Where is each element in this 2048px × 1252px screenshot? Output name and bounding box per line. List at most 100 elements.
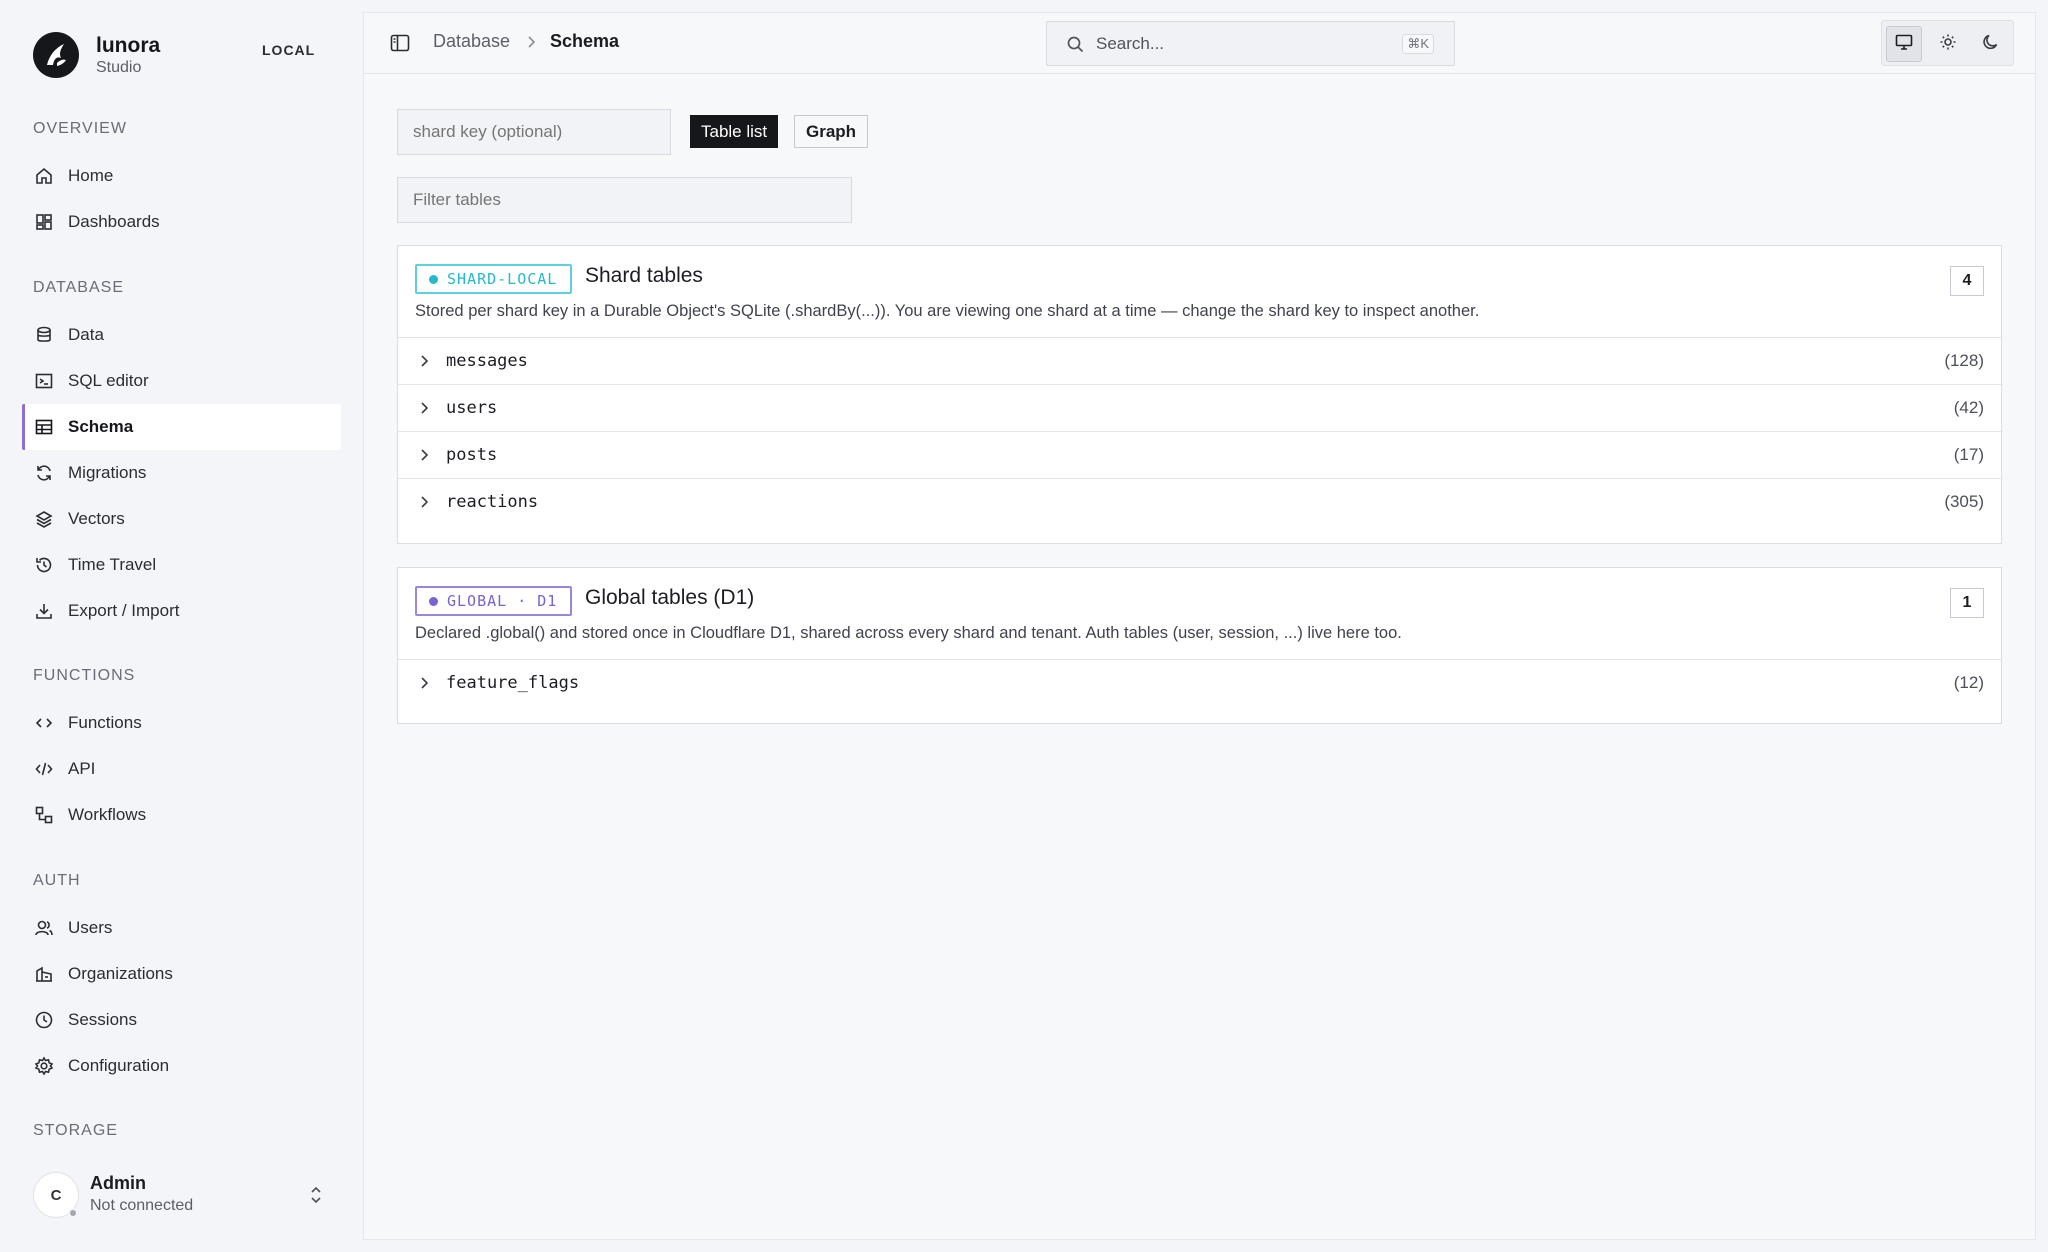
nav-section-database: DATABASE xyxy=(33,279,124,296)
theme-dark-button[interactable] xyxy=(1973,26,2009,62)
panel-header: GLOBAL · D1 Global tables (D1) Declared … xyxy=(398,568,2001,660)
scope-badge-shard-local: SHARD-LOCAL xyxy=(415,264,573,294)
panel-title: Global tables (D1) xyxy=(585,586,755,609)
sidebar-item-data[interactable]: Data xyxy=(22,312,341,358)
terminal-icon xyxy=(34,371,54,391)
user-status: Not connected xyxy=(90,1197,194,1214)
sidebar-item-schema[interactable]: Schema xyxy=(22,404,341,450)
sidebar-item-organizations[interactable]: Organizations xyxy=(22,951,341,997)
chevron-right-icon xyxy=(418,354,430,373)
sidebar-item-users[interactable]: Users xyxy=(22,905,341,951)
shard-key-input[interactable] xyxy=(397,109,671,155)
table-row[interactable]: feature_flags (12) xyxy=(398,660,2001,707)
sidebar-item-label: Sessions xyxy=(68,1010,137,1029)
sidebar-item-time-travel[interactable]: Time Travel xyxy=(22,542,341,588)
download-icon xyxy=(34,601,54,621)
chevron-right-icon xyxy=(418,448,430,467)
chevron-right-icon xyxy=(418,495,430,514)
table-row[interactable]: reactions (305) xyxy=(398,479,2001,526)
table-count-badge: 1 xyxy=(1950,588,1984,618)
dashboard-icon xyxy=(34,212,54,232)
sidebar-item-label: Workflows xyxy=(68,805,147,824)
sidebar-item-vectors[interactable]: Vectors xyxy=(22,496,341,542)
table-row[interactable]: users (42) xyxy=(398,385,2001,432)
chevron-right-icon xyxy=(418,401,430,420)
search-placeholder: Search... xyxy=(1096,34,1165,53)
sidebar-item-export-import[interactable]: Export / Import xyxy=(22,588,341,634)
sidebar-item-label: Configuration xyxy=(68,1056,170,1075)
panel-description: Stored per shard key in a Durable Object… xyxy=(415,302,1480,320)
nav-section-storage: STORAGE xyxy=(33,1122,118,1139)
main-content: Database Schema Search... ⌘K shard key (… xyxy=(363,12,2036,1240)
sidebar-item-label: Functions xyxy=(68,713,142,732)
scope-badge-global-d1: GLOBAL · D1 xyxy=(415,586,573,616)
table-row[interactable]: messages (128) xyxy=(398,338,2001,385)
clock-icon xyxy=(34,1010,54,1030)
sidebar-item-functions[interactable]: Functions xyxy=(22,700,341,746)
theme-light-button[interactable] xyxy=(1930,26,1966,62)
sidebar-item-label: Users xyxy=(68,918,113,937)
api-icon xyxy=(34,759,54,779)
theme-switcher xyxy=(1881,20,2014,66)
sidebar-item-workflows[interactable]: Workflows xyxy=(22,792,341,838)
sidebar-item-home[interactable]: Home xyxy=(22,153,341,199)
database-icon xyxy=(34,325,54,345)
badge-label: GLOBAL · D1 xyxy=(447,592,558,610)
sidebar-item-sql-editor[interactable]: SQL editor xyxy=(22,358,341,404)
tab-graph[interactable]: Graph xyxy=(794,115,869,148)
sidebar-item-label: Time Travel xyxy=(68,555,157,574)
table-row[interactable]: posts (17) xyxy=(398,432,2001,479)
sidebar-item-dashboards[interactable]: Dashboards xyxy=(22,199,341,245)
user-menu[interactable]: C Admin Not connected xyxy=(33,1172,333,1220)
workflow-icon xyxy=(34,805,54,825)
environment-badge: LOCAL xyxy=(262,42,316,58)
badge-dot xyxy=(429,596,438,606)
sidebar-item-migrations[interactable]: Migrations xyxy=(22,450,341,496)
panel-header: SHARD-LOCAL Shard tables Stored per shar… xyxy=(398,246,2001,338)
sidebar-item-configuration[interactable]: Configuration xyxy=(22,1043,341,1089)
search-icon xyxy=(1066,35,1085,59)
home-icon xyxy=(34,166,54,186)
shard-tables-panel: SHARD-LOCAL Shard tables Stored per shar… xyxy=(397,245,2002,544)
chevron-right-icon xyxy=(524,34,538,55)
sun-icon xyxy=(1938,32,1958,57)
global-tables-panel: GLOBAL · D1 Global tables (D1) Declared … xyxy=(397,567,2002,724)
logo-icon xyxy=(33,32,79,78)
moon-icon xyxy=(1981,32,2001,57)
brand-name: lunora xyxy=(96,34,161,57)
gear-icon xyxy=(34,1056,54,1076)
table-name: feature_flags xyxy=(446,673,580,693)
sidebar: lunora Studio LOCAL OVERVIEW Home Dashbo… xyxy=(0,0,363,1252)
filter-tables-input[interactable] xyxy=(397,177,852,223)
sidebar-item-label: API xyxy=(68,759,96,778)
sidebar-item-api[interactable]: API xyxy=(22,746,341,792)
breadcrumb-database[interactable]: Database xyxy=(433,31,510,52)
row-count: (42) xyxy=(1953,398,1984,417)
nav-section-functions: FUNCTIONS xyxy=(33,667,136,684)
brand-subtitle: Studio xyxy=(96,59,142,76)
search-input[interactable]: Search... ⌘K xyxy=(1046,21,1455,66)
sidebar-item-label: SQL editor xyxy=(68,371,149,390)
layers-icon xyxy=(34,509,54,529)
sidebar-toggle-icon[interactable] xyxy=(389,32,411,59)
table-name: posts xyxy=(446,445,498,465)
connection-status-dot xyxy=(68,1208,78,1218)
badge-dot xyxy=(429,274,438,284)
chevron-up-down-icon[interactable] xyxy=(308,1184,324,1211)
row-count: (128) xyxy=(1944,351,1984,370)
user-name: Admin xyxy=(90,1173,146,1193)
row-count: (12) xyxy=(1953,673,1984,692)
history-icon xyxy=(34,555,54,575)
users-icon xyxy=(34,918,54,938)
refresh-icon xyxy=(34,463,54,483)
table-name: messages xyxy=(446,351,528,371)
sidebar-item-label: Schema xyxy=(68,417,134,436)
search-shortcut: ⌘K xyxy=(1402,34,1434,54)
table-name: users xyxy=(446,398,498,418)
badge-label: SHARD-LOCAL xyxy=(447,270,558,288)
theme-system-button[interactable] xyxy=(1886,26,1922,62)
table-icon xyxy=(34,417,54,437)
topbar: Database Schema Search... ⌘K xyxy=(364,13,2035,74)
sidebar-item-sessions[interactable]: Sessions xyxy=(22,997,341,1043)
tab-table-list[interactable]: Table list xyxy=(690,115,779,148)
